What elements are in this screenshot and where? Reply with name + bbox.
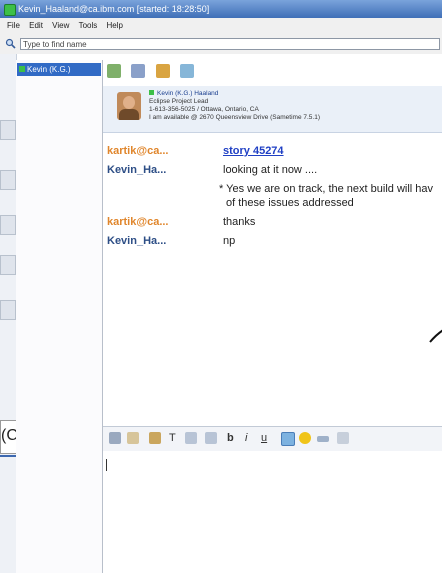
menu-view[interactable]: View — [52, 18, 69, 34]
find-name-input[interactable]: Type to find name — [20, 38, 440, 50]
decrease-font-icon[interactable] — [205, 432, 217, 444]
menu-bar: File Edit View Tools Help — [0, 18, 442, 34]
sametime-app-icon — [4, 4, 16, 16]
contact-full-name: Kevin (K.G.) Haaland — [157, 90, 219, 97]
background-divider — [0, 455, 16, 457]
business-card: Kevin (K.G.) Haaland Eclipse Project Lea… — [103, 86, 442, 133]
invite-icon[interactable] — [107, 64, 121, 78]
story-link[interactable]: story 45274 — [223, 145, 284, 157]
background-tab — [0, 170, 16, 190]
contact-item-kevin[interactable]: Kevin (K.G.) — [17, 63, 101, 76]
emoticon-palette-icon[interactable] — [109, 432, 121, 444]
message-sender: kartik@ca... — [107, 216, 169, 228]
menu-help[interactable]: Help — [107, 18, 123, 34]
message-text: of these issues addressed — [226, 197, 354, 209]
contact-list-pane: Kevin (K.G.) — [16, 60, 103, 573]
increase-font-icon[interactable] — [185, 432, 197, 444]
background-tab — [0, 300, 16, 320]
chat-toolbar — [107, 64, 200, 84]
font-color-icon[interactable] — [149, 432, 161, 444]
bold-button[interactable]: b — [227, 431, 234, 445]
add-people-icon[interactable] — [155, 64, 170, 78]
message-text: * Yes we are on track, the next build wi… — [219, 183, 434, 195]
contact-label: Kevin (K.G.) — [27, 65, 71, 74]
online-status-icon — [149, 90, 154, 95]
window-title-bar[interactable]: Kevin_Haaland@ca.ibm.com [started: 18:28… — [0, 0, 442, 18]
message-sender: Kevin_Ha... — [107, 164, 167, 176]
search-row: Type to find name — [0, 34, 442, 54]
menu-edit[interactable]: Edit — [29, 18, 43, 34]
contact-phone-location: 1-613-356-5025 / Ottawa, Ontario, CA — [149, 106, 259, 113]
pencil-icon[interactable] — [127, 432, 139, 444]
message-sender: kartik@ca... — [107, 145, 169, 157]
window-title: Kevin_Haaland@ca.ibm.com [started: 18:28… — [18, 4, 210, 14]
format-toolbar: T b i u — [103, 426, 442, 452]
message-text: looking at it now .... — [223, 164, 318, 176]
background-tab — [0, 215, 16, 235]
horizontal-line-icon[interactable] — [317, 436, 329, 442]
menu-file[interactable]: File — [7, 18, 20, 34]
menu-tools[interactable]: Tools — [79, 18, 98, 34]
text-caret — [106, 459, 107, 471]
contact-title: Eclipse Project Lead — [149, 98, 209, 105]
emoticon-icon[interactable] — [299, 432, 311, 444]
message-text: np — [223, 235, 236, 247]
online-status-icon — [19, 66, 25, 72]
message-text: thanks — [223, 216, 256, 228]
font-button[interactable]: T — [169, 431, 176, 445]
message-input[interactable] — [103, 451, 442, 573]
chat-pane: Kevin (K.G.) Haaland Eclipse Project Lea… — [103, 60, 442, 573]
call-icon[interactable] — [180, 64, 195, 78]
search-icon — [5, 38, 16, 49]
underline-button[interactable]: u — [261, 431, 267, 445]
italic-button[interactable]: i — [245, 431, 247, 445]
message-sender: Kevin_Ha... — [107, 235, 167, 247]
avatar — [117, 92, 141, 120]
insert-link-icon[interactable] — [337, 432, 349, 444]
contact-status-message: I am available @ 2670 Queensview Drive (… — [149, 114, 320, 121]
background-app-strip — [0, 0, 17, 573]
background-tab — [0, 120, 16, 140]
background-tab — [0, 255, 16, 275]
screen-share-icon[interactable] — [131, 64, 146, 78]
annotation-arrow-icon — [429, 329, 442, 343]
insert-image-icon[interactable] — [281, 432, 295, 446]
